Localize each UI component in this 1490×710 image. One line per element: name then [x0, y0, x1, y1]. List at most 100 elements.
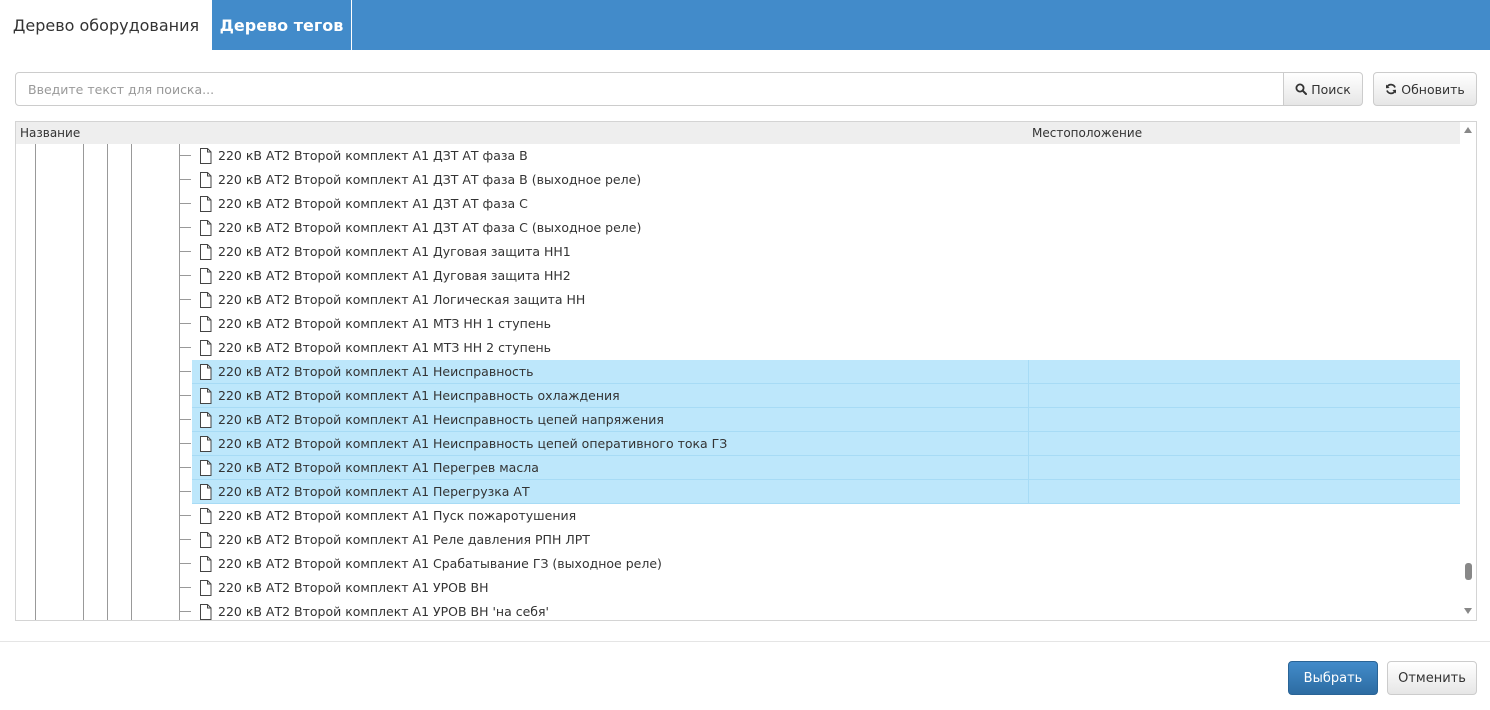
file-icon — [200, 172, 212, 188]
tab-bar: Дерево оборудования Дерево тегов — [0, 0, 1490, 50]
tab-equipment-tree[interactable]: Дерево оборудования — [0, 0, 212, 50]
search-button[interactable]: Поиск — [1283, 72, 1363, 106]
tree-row-label: 220 кВ АТ2 Второй комплект А1 Дуговая за… — [218, 244, 571, 259]
column-separator — [1028, 480, 1029, 503]
tree-row-label: 220 кВ АТ2 Второй комплект А1 ДЗТ АТ фаз… — [218, 220, 642, 235]
file-icon — [200, 604, 212, 620]
vertical-scrollbar[interactable] — [1460, 122, 1476, 620]
tree-row[interactable]: 220 кВ АТ2 Второй комплект А1 Неисправно… — [16, 408, 1461, 432]
tree-connector — [179, 395, 191, 396]
tree-row-label: 220 кВ АТ2 Второй комплект А1 Реле давле… — [218, 532, 590, 547]
tree-row[interactable]: 220 кВ АТ2 Второй комплект А1 Реле давле… — [16, 528, 1461, 552]
tree-connector — [179, 587, 191, 588]
tree-connector — [179, 251, 191, 252]
tree-connector — [179, 491, 191, 492]
tree-connector — [179, 155, 191, 156]
tree-connector — [179, 227, 191, 228]
tree-row[interactable]: 220 кВ АТ2 Второй комплект А1 ДЗТ АТ фаз… — [16, 168, 1461, 192]
file-icon — [200, 412, 212, 428]
column-separator — [1028, 360, 1029, 383]
cancel-button[interactable]: Отменить — [1387, 661, 1477, 695]
column-header-name[interactable]: Название — [20, 126, 80, 140]
file-icon — [200, 556, 212, 572]
column-separator — [1028, 384, 1029, 407]
tree-connector — [179, 515, 191, 516]
file-icon — [200, 268, 212, 284]
grid-header: Название Местоположение — [16, 122, 1461, 144]
tree-row-label: 220 кВ АТ2 Второй комплект А1 ДЗТ АТ фаз… — [218, 172, 642, 187]
tree-row[interactable]: 220 кВ АТ2 Второй комплект А1 Пуск пожар… — [16, 504, 1461, 528]
file-icon — [200, 364, 212, 380]
file-icon — [200, 244, 212, 260]
tree-row-label: 220 кВ АТ2 Второй комплект А1 Неисправно… — [218, 364, 534, 379]
refresh-icon — [1386, 83, 1397, 95]
column-separator — [1028, 408, 1029, 431]
file-icon — [200, 508, 212, 524]
file-icon — [200, 148, 212, 164]
tree-row[interactable]: 220 кВ АТ2 Второй комплект А1 Неисправно… — [16, 360, 1461, 384]
column-separator — [1028, 432, 1029, 455]
tree-connector — [179, 467, 191, 468]
tree-body: 220 кВ АТ2 Второй комплект А1 ДЗТ АТ фаз… — [16, 144, 1461, 620]
tree-connector — [179, 443, 191, 444]
tree-connector — [179, 371, 191, 372]
tab-tag-tree[interactable]: Дерево тегов — [212, 0, 352, 50]
refresh-button[interactable]: Обновить — [1373, 72, 1477, 106]
tree-row[interactable]: 220 кВ АТ2 Второй комплект А1 МТЗ НН 1 с… — [16, 312, 1461, 336]
tree-row[interactable]: 220 кВ АТ2 Второй комплект А1 УРОВ ВН 'н… — [16, 600, 1461, 620]
tree-row[interactable]: 220 кВ АТ2 Второй комплект А1 УРОВ ВН — [16, 576, 1461, 600]
scroll-down-icon[interactable] — [1464, 608, 1472, 614]
select-button[interactable]: Выбрать — [1288, 661, 1378, 695]
tree-row-label: 220 кВ АТ2 Второй комплект А1 Пуск пожар… — [218, 508, 577, 523]
tree-row[interactable]: 220 кВ АТ2 Второй комплект А1 Неисправно… — [16, 432, 1461, 456]
file-icon — [200, 484, 212, 500]
file-icon — [200, 340, 212, 356]
tree-row[interactable]: 220 кВ АТ2 Второй комплект А1 Дуговая за… — [16, 240, 1461, 264]
tree-row-label: 220 кВ АТ2 Второй комплект А1 Перегрузка… — [218, 484, 530, 499]
tree-row[interactable]: 220 кВ АТ2 Второй комплект А1 Дуговая за… — [16, 264, 1461, 288]
tree-connector — [179, 299, 191, 300]
scroll-up-icon[interactable] — [1464, 127, 1472, 133]
column-header-location[interactable]: Местоположение — [1032, 126, 1142, 140]
file-icon — [200, 388, 212, 404]
footer-divider — [0, 641, 1490, 642]
search-button-label: Поиск — [1311, 81, 1351, 97]
tree-row-label: 220 кВ АТ2 Второй комплект А1 УРОВ ВН — [218, 580, 489, 595]
tree-connector — [179, 563, 191, 564]
scrollbar-thumb[interactable] — [1465, 563, 1472, 580]
tree-connector — [179, 347, 191, 348]
file-icon — [200, 460, 212, 476]
tree-row[interactable]: 220 кВ АТ2 Второй комплект А1 МТЗ НН 2 с… — [16, 336, 1461, 360]
tree-row-label: 220 кВ АТ2 Второй комплект А1 МТЗ НН 2 с… — [218, 340, 552, 355]
tree-connector — [179, 275, 191, 276]
search-input[interactable] — [15, 72, 1284, 106]
tree-row-label: 220 кВ АТ2 Второй комплект А1 Логическая… — [218, 292, 586, 307]
tree-row-label: 220 кВ АТ2 Второй комплект А1 Неисправно… — [218, 388, 620, 403]
tree-row-label: 220 кВ АТ2 Второй комплект А1 ДЗТ АТ фаз… — [218, 196, 528, 211]
tree-connector — [179, 611, 191, 612]
tree-row[interactable]: 220 кВ АТ2 Второй комплект А1 Срабатыван… — [16, 552, 1461, 576]
tree-connector — [179, 419, 191, 420]
tree-row-label: 220 кВ АТ2 Второй комплект А1 ДЗТ АТ фаз… — [218, 148, 528, 163]
file-icon — [200, 196, 212, 212]
tree-connector — [179, 539, 191, 540]
file-icon — [200, 436, 212, 452]
tree-row[interactable]: 220 кВ АТ2 Второй комплект А1 Перегрев м… — [16, 456, 1461, 480]
file-icon — [200, 580, 212, 596]
column-separator — [1028, 456, 1029, 479]
equipment-tree-grid: Название Местоположение 220 кВ АТ2 Второ… — [15, 121, 1477, 621]
tree-row[interactable]: 220 кВ АТ2 Второй комплект А1 Неисправно… — [16, 384, 1461, 408]
tree-row[interactable]: 220 кВ АТ2 Второй комплект А1 ДЗТ АТ фаз… — [16, 216, 1461, 240]
tree-row[interactable]: 220 кВ АТ2 Второй комплект А1 ДЗТ АТ фаз… — [16, 192, 1461, 216]
tree-row[interactable]: 220 кВ АТ2 Второй комплект А1 Логическая… — [16, 288, 1461, 312]
tree-connector — [179, 323, 191, 324]
file-icon — [200, 220, 212, 236]
tree-row-label: 220 кВ АТ2 Второй комплект А1 МТЗ НН 1 с… — [218, 316, 552, 331]
tree-row[interactable]: 220 кВ АТ2 Второй комплект А1 ДЗТ АТ фаз… — [16, 144, 1461, 168]
tree-row[interactable]: 220 кВ АТ2 Второй комплект А1 Перегрузка… — [16, 480, 1461, 504]
file-icon — [200, 532, 212, 548]
tree-row-label: 220 кВ АТ2 Второй комплект А1 Неисправно… — [218, 412, 664, 427]
tree-row-label: 220 кВ АТ2 Второй комплект А1 Дуговая за… — [218, 268, 571, 283]
tree-row-label: 220 кВ АТ2 Второй комплект А1 Перегрев м… — [218, 460, 539, 475]
tree-connector — [179, 203, 191, 204]
